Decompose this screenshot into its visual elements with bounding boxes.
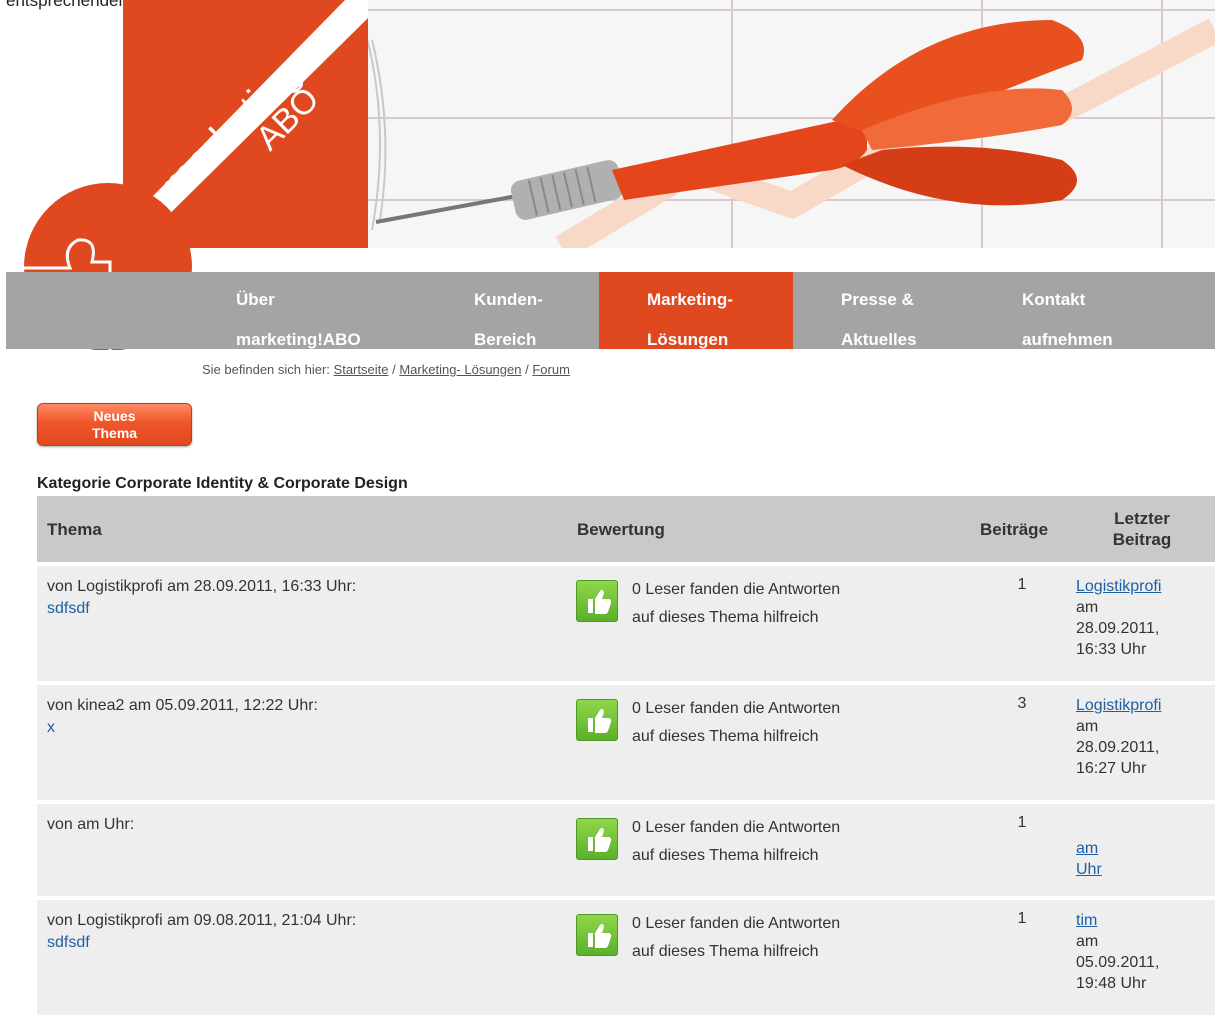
header-last-post-line2: Beitrag bbox=[1112, 530, 1172, 549]
breadcrumb-separator: / bbox=[525, 362, 529, 377]
post-count: 1 bbox=[1017, 910, 1027, 927]
topic-cell: von Logistikprofi am 28.09.2011, 16:33 U… bbox=[47, 576, 356, 620]
nav-item-kontakt-aufnehmen[interactable]: Kontakt aufnehmen bbox=[1022, 272, 1152, 349]
topic-cell: von Logistikprofi am 09.08.2011, 21:04 U… bbox=[47, 910, 356, 954]
breadcrumb-prefix: Sie befinden sich hier: bbox=[202, 362, 330, 377]
table-row: von Logistikprofi am 28.09.2011, 16:33 U… bbox=[37, 562, 1215, 681]
post-count: 1 bbox=[1017, 576, 1027, 593]
header-topic: Thema bbox=[47, 520, 102, 539]
new-topic-label-line1: Neues bbox=[93, 408, 136, 424]
topic-meta: von kinea2 am 05.09.2011, 12:22 Uhr: bbox=[47, 697, 318, 714]
post-count: 1 bbox=[1017, 814, 1027, 831]
last-post-cell: tim am 05.09.2011, 19:48 Uhr bbox=[1076, 912, 1160, 992]
breadcrumb-separator: / bbox=[392, 362, 396, 377]
header-last-post-line1: Letzter bbox=[1114, 509, 1170, 528]
thumbs-up-icon[interactable] bbox=[576, 818, 618, 860]
table-row: von Logistikprofi am 09.08.2011, 21:04 U… bbox=[37, 896, 1215, 1015]
topic-title-link[interactable]: sdfsdf bbox=[47, 932, 356, 954]
nav-item-marketing-loesungen[interactable]: Marketing- Lösungen bbox=[599, 272, 793, 349]
last-post-user-link[interactable]: tim bbox=[1076, 912, 1097, 929]
last-post-user-link[interactable]: Logistikprofi bbox=[1076, 578, 1161, 595]
last-post-user-link[interactable]: Logistikprofi bbox=[1076, 697, 1161, 714]
header-rating: Bewertung bbox=[577, 520, 665, 539]
table-row: von kinea2 am 05.09.2011, 12:22 Uhr: x 0… bbox=[37, 681, 1215, 800]
nav-item-kunden-bereich[interactable]: Kunden- Bereich bbox=[474, 272, 584, 349]
dart-banner-image bbox=[362, 0, 1215, 248]
rating-text: 0 Leser fanden die Antworten auf dieses T… bbox=[632, 581, 841, 626]
last-post-cell: Logistikprofi am 28.09.2011, 16:33 Uhr bbox=[1076, 578, 1162, 658]
breadcrumb-forum[interactable]: Forum bbox=[532, 362, 570, 377]
thumbs-up-icon[interactable] bbox=[576, 699, 618, 741]
forum-topics-table: Thema Bewertung Beiträge Letzter Beitrag… bbox=[37, 496, 1215, 1015]
topic-meta: von Logistikprofi am 09.08.2011, 21:04 U… bbox=[47, 912, 357, 929]
new-topic-label-line2: Thema bbox=[91, 425, 138, 441]
topic-title-link[interactable]: x bbox=[47, 717, 318, 739]
header-last-post: Letzter Beitrag bbox=[1077, 508, 1207, 550]
breadcrumb-marketing-loesungen[interactable]: Marketing- Lösungen bbox=[399, 362, 521, 377]
last-post-uhr-link[interactable]: Uhr bbox=[1076, 861, 1102, 878]
breadcrumb: Sie befinden sich hier: Startseite / Mar… bbox=[202, 362, 570, 377]
table-header: Thema Bewertung Beiträge Letzter Beitrag bbox=[37, 496, 1215, 562]
topic-meta: von am Uhr: bbox=[47, 816, 135, 833]
rating-text: 0 Leser fanden die Antworten auf dieses T… bbox=[632, 915, 841, 960]
new-topic-button[interactable]: Neues Thema bbox=[37, 403, 192, 446]
rating-text: 0 Leser fanden die Antworten auf dieses T… bbox=[632, 819, 841, 864]
category-title: Kategorie Corporate Identity & Corporate… bbox=[37, 475, 408, 492]
topic-cell: von am Uhr: bbox=[47, 814, 134, 836]
table-row: von am Uhr: 0 Leser fanden die Antworten… bbox=[37, 800, 1215, 896]
nav-item-ueber-marketing-abo[interactable]: Über marketing!ABO bbox=[236, 272, 406, 349]
breadcrumb-startseite[interactable]: Startseite bbox=[334, 362, 389, 377]
thumbs-up-icon[interactable] bbox=[576, 914, 618, 956]
last-post-cell: am Uhr bbox=[1076, 838, 1102, 880]
last-post-cell: Logistikprofi am 28.09.2011, 16:27 Uhr bbox=[1076, 697, 1162, 777]
last-post-am-link[interactable]: am bbox=[1076, 840, 1098, 857]
post-count: 3 bbox=[1017, 695, 1027, 712]
topic-title-link[interactable]: sdfsdf bbox=[47, 598, 356, 620]
rating-text: 0 Leser fanden die Antworten auf dieses T… bbox=[632, 700, 841, 745]
header-posts: Beiträge bbox=[980, 520, 1049, 539]
nav-item-presse-aktuelles[interactable]: Presse & Aktuelles bbox=[841, 272, 951, 349]
topic-meta: von Logistikprofi am 28.09.2011, 16:33 U… bbox=[47, 578, 357, 595]
thumbs-up-icon[interactable] bbox=[576, 580, 618, 622]
topic-cell: von kinea2 am 05.09.2011, 12:22 Uhr: x bbox=[47, 695, 318, 739]
